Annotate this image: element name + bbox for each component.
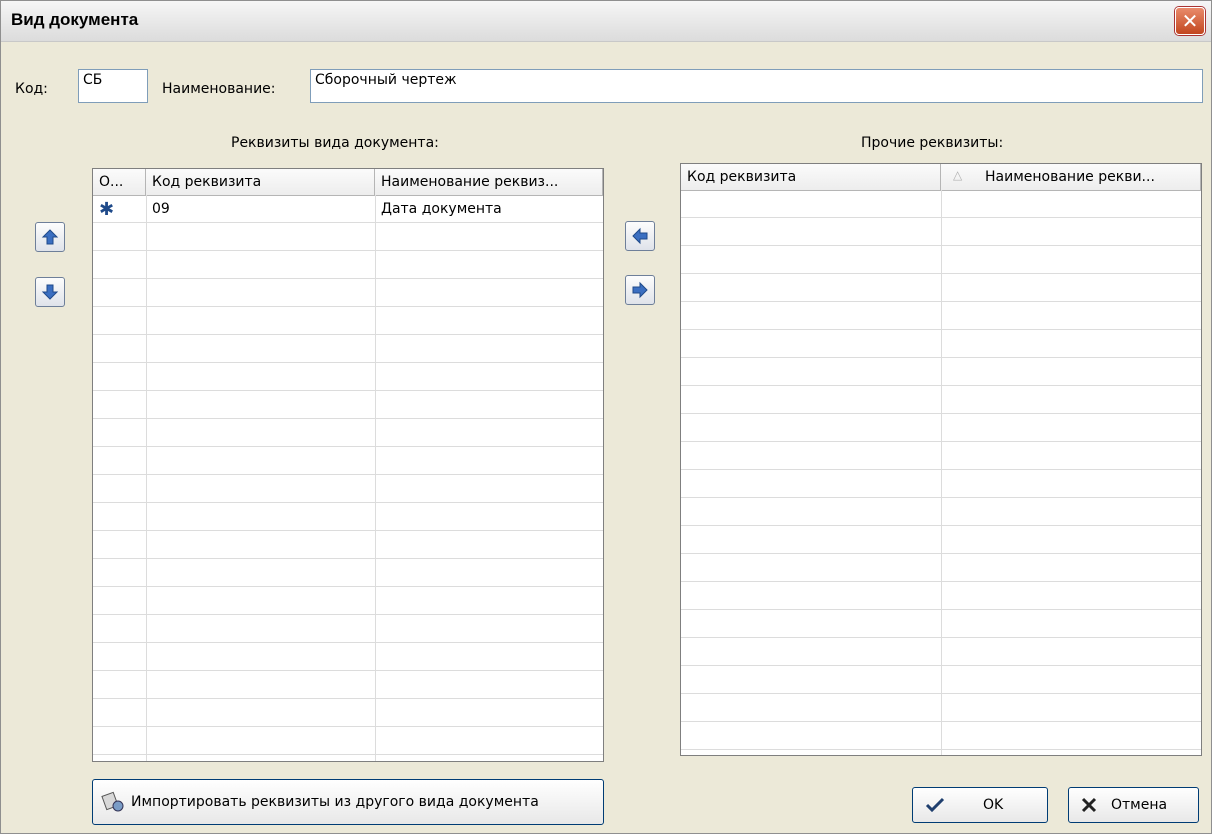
move-right-button[interactable] bbox=[625, 275, 655, 305]
close-button[interactable]: ✕ bbox=[1175, 7, 1205, 35]
table-row[interactable]: ✱ 09 Дата документа bbox=[93, 196, 603, 223]
column-header-order[interactable]: О... bbox=[93, 169, 146, 195]
import-icon bbox=[101, 791, 124, 812]
title-bar[interactable]: Вид документа ✕ bbox=[1, 1, 1211, 42]
column-divider bbox=[375, 195, 376, 761]
name-value: Сборочный чертеж bbox=[315, 72, 457, 88]
right-panel-title: Прочие реквизиты: bbox=[861, 135, 1004, 151]
name-input[interactable]: Сборочный чертеж bbox=[310, 69, 1203, 103]
code-value: СБ bbox=[83, 72, 103, 88]
column-header-code[interactable]: Код реквизита bbox=[146, 169, 375, 195]
arrow-right-icon bbox=[632, 281, 648, 299]
code-input[interactable]: СБ bbox=[78, 69, 148, 103]
table-header: О... Код реквизита Наименование реквиз..… bbox=[93, 169, 603, 196]
required-marker-icon: ✱ bbox=[99, 199, 115, 220]
column-header-name[interactable]: Наименование реквиз... bbox=[375, 169, 603, 195]
dialog-window: Вид документа ✕ Код: СБ Наименование: Сб… bbox=[0, 0, 1212, 834]
row-code: 09 bbox=[152, 201, 170, 217]
table-header: Код реквизита Наименование рекви... △ bbox=[681, 164, 1201, 191]
checkmark-icon bbox=[925, 797, 945, 813]
column-divider bbox=[146, 195, 147, 761]
cancel-button-label: Отмена bbox=[1111, 797, 1168, 813]
move-up-button[interactable] bbox=[35, 222, 65, 252]
arrow-down-icon bbox=[41, 284, 59, 300]
ok-button[interactable]: OK bbox=[912, 787, 1048, 823]
dialog-title: Вид документа bbox=[11, 10, 139, 29]
move-down-button[interactable] bbox=[35, 277, 65, 307]
sort-ascending-icon: △ bbox=[953, 168, 963, 182]
column-header-code[interactable]: Код реквизита bbox=[681, 164, 941, 190]
cancel-button[interactable]: Отмена bbox=[1068, 787, 1199, 823]
document-attributes-table[interactable]: О... Код реквизита Наименование реквиз..… bbox=[92, 168, 604, 762]
row-name: Дата документа bbox=[381, 201, 502, 217]
left-panel-title: Реквизиты вида документа: bbox=[231, 135, 439, 151]
close-icon: ✕ bbox=[1181, 9, 1199, 33]
name-label: Наименование: bbox=[162, 81, 276, 97]
import-button-label: Импортировать реквизиты из другого вида … bbox=[131, 794, 539, 810]
cross-icon bbox=[1081, 797, 1097, 813]
column-header-name[interactable]: Наименование рекви... bbox=[941, 164, 1201, 190]
other-attributes-table[interactable]: Код реквизита Наименование рекви... △ bbox=[680, 163, 1202, 756]
arrow-up-icon bbox=[41, 229, 59, 245]
code-label: Код: bbox=[15, 81, 48, 97]
column-divider bbox=[941, 190, 942, 755]
import-attributes-button[interactable]: Импортировать реквизиты из другого вида … bbox=[92, 779, 604, 825]
move-left-button[interactable] bbox=[625, 221, 655, 251]
ok-button-label: OK bbox=[983, 797, 1004, 813]
arrow-left-icon bbox=[632, 227, 648, 245]
table-body bbox=[93, 195, 603, 761]
